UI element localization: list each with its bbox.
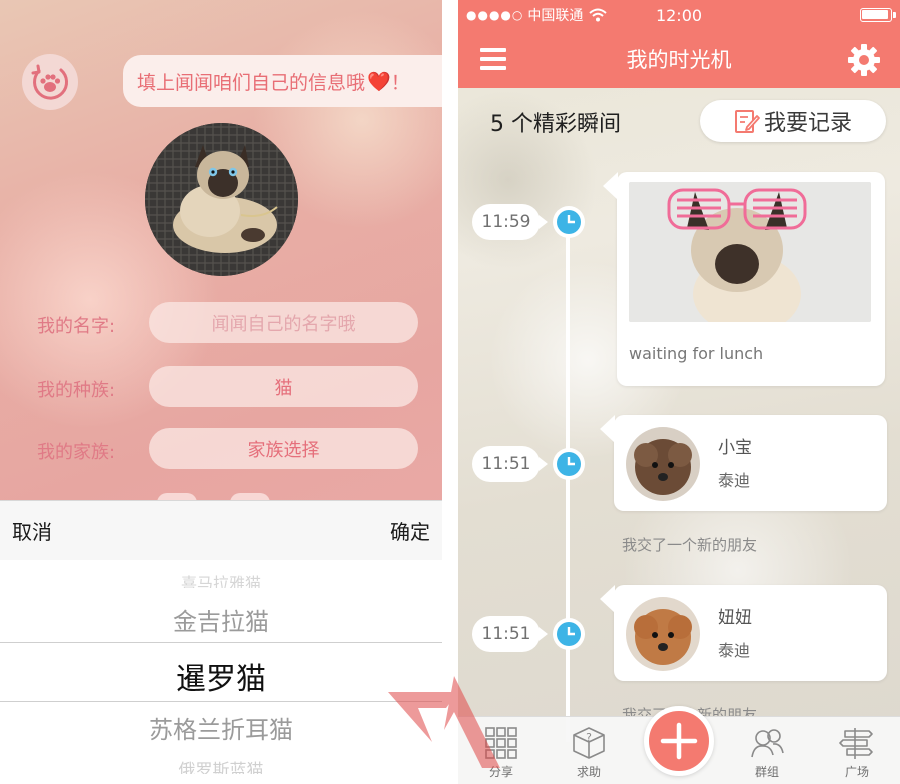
nav-bar: 我的时光机 [458,30,900,88]
status-time: 12:00 [655,5,703,25]
family-label: 我的家族: [37,442,116,463]
group-icon [751,729,784,758]
timeline-time: 11:51 [472,446,548,482]
picker-option[interactable]: 金吉拉猫 [0,602,442,637]
plus-icon [660,722,698,760]
tab-label: 求助 [576,765,601,779]
picker-selection-line [0,701,442,702]
friend-name: 妞妞 [718,608,752,628]
time-machine-screen: ●●●●○ 中国联通 12:00 我的时光机 5 个精彩瞬间 我要记录 11:5… [458,0,900,784]
screen-divider [442,0,458,784]
friend-name: 小宝 [718,438,752,458]
time-text: 11:51 [481,454,531,474]
grid-icon [485,727,517,759]
tab-help[interactable]: ? 求助 [554,725,624,780]
clock-icon [553,206,585,238]
friend-card[interactable]: 小宝 泰迪 [600,415,887,511]
edit-note-icon [734,110,760,133]
status-bar: ●●●●○ 中国联通 12:00 [458,0,900,30]
friend-avatar [626,597,700,671]
event-note: 我交了一个新的朋友 [622,536,758,554]
paw-icon [31,64,69,100]
tab-groups[interactable]: 群组 [732,725,802,780]
confirm-button[interactable]: 确定 [390,516,430,545]
picker-option[interactable]: 喜马拉雅猫 [0,570,442,588]
picker-option-selected[interactable]: 暹罗猫 [0,654,442,698]
siamese-cat-photo [145,123,298,276]
signal-strength: ●●●●○ [466,8,524,22]
signpost-icon [839,728,873,759]
picker-option[interactable]: 苏格兰折耳猫 [0,710,442,745]
family-select[interactable]: 家族选择 [149,428,418,469]
tab-square[interactable]: 广场 [822,725,892,780]
tab-label: 广场 [844,765,869,779]
species-label: 我的种族: [37,380,116,401]
name-label: 我的名字: [37,316,116,337]
battery-tip [893,12,896,18]
friend-breed: 泰迪 [718,471,751,490]
picker-option[interactable]: 俄罗斯蓝猫 [0,756,442,774]
friend-breed: 泰迪 [718,641,751,660]
tab-label: 分享 [488,765,513,779]
timeline-time: 11:51 [472,616,548,652]
clock-icon [553,618,585,650]
species-field[interactable]: 猫 [149,366,418,407]
picker-toolbar: 取消 确定 [0,500,442,560]
cancel-button[interactable]: 取消 [12,516,52,545]
timeline-line [566,222,570,742]
name-input[interactable]: 闻闻自己的名字哦 [149,302,418,343]
back-paw-button[interactable] [22,54,78,110]
cat-with-glasses-photo [629,182,871,322]
hint-text: 填上闻闻咱们自己的信息哦 [137,71,366,94]
picker-selection-line [0,642,442,643]
tab-share[interactable]: 分享 [466,725,536,780]
gear-icon[interactable] [846,42,882,78]
profile-edit-screen: 填上闻闻咱们自己的信息哦 ❤️ ！ 我的名字: 闻闻自己的名字哦 我的种族: 猫… [0,0,442,784]
friend-card[interactable]: 妞妞 泰迪 [600,585,887,681]
moment-photo[interactable] [629,182,871,322]
page-title: 我的时光机 [626,48,732,72]
pet-avatar[interactable] [145,123,298,276]
clock-icon [553,448,585,480]
hint-speech-bubble: 填上闻闻咱们自己的信息哦 ❤️ ！ [123,55,442,107]
add-moment-button[interactable] [644,706,714,776]
question-box-icon: ? [573,727,605,759]
record-button[interactable]: 我要记录 [700,100,886,142]
timeline-time: 11:59 [472,204,548,240]
breed-picker-wheel[interactable]: 喜马拉雅猫 金吉拉猫 暹罗猫 苏格兰折耳猫 俄罗斯蓝猫 [0,560,442,784]
moments-count: 5 个精彩瞬间 [490,112,621,137]
time-text: 11:51 [481,624,531,644]
heart-icon: ❤️ [367,70,391,93]
time-text: 11:59 [481,212,531,232]
svg-text:?: ? [586,731,592,744]
record-button-label: 我要记录 [763,111,852,136]
hint-trail: ！ [390,71,410,94]
moment-card[interactable]: waiting for lunch [603,172,885,386]
battery-icon [860,8,892,22]
friend-avatar [626,427,700,501]
tab-label: 群组 [754,765,779,779]
carrier-name: 中国联通 [527,8,584,24]
wifi-icon [589,8,608,22]
moment-caption: waiting for lunch [629,344,764,363]
menu-button[interactable] [476,44,510,74]
